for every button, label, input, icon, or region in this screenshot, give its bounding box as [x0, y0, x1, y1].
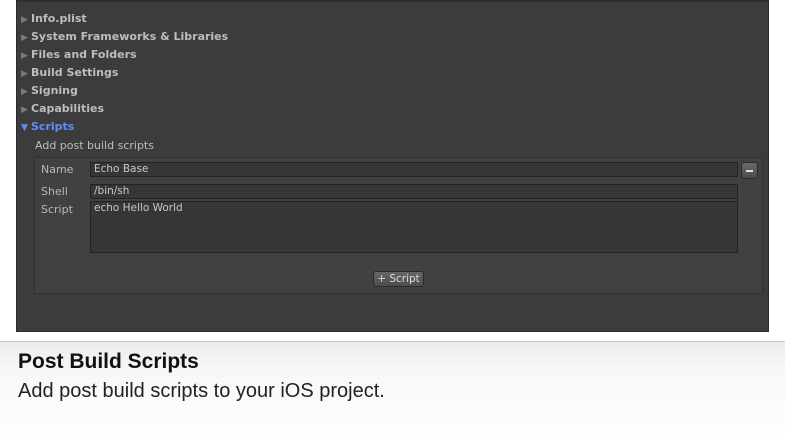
tree-item-label: Capabilities — [31, 102, 105, 115]
minus-icon — [746, 170, 753, 172]
tree-item-info-plist[interactable]: ▶ Info.plist — [21, 11, 87, 27]
tree-item-scripts[interactable]: ▼ Scripts — [21, 119, 74, 135]
caption-title: Post Build Scripts — [18, 350, 199, 373]
caption-area: Post Build Scripts Add post build script… — [0, 341, 785, 443]
caption-description: Add post build scripts to your iOS proje… — [18, 380, 385, 402]
inspector-panel: ▶ Info.plist ▶ System Frameworks & Librari… — [16, 0, 769, 332]
tree-item-label: Files and Folders — [31, 48, 137, 61]
add-script-button[interactable]: + Script — [373, 271, 424, 287]
script-textarea[interactable]: echo Hello World — [90, 201, 738, 253]
disclosure-triangle-right-icon: ▶ — [21, 87, 28, 97]
panel-top-border — [17, 0, 768, 2]
tree-item-label: Scripts — [31, 120, 75, 133]
tree-item-build-settings[interactable]: ▶ Build Settings — [21, 65, 118, 81]
disclosure-triangle-down-icon: ▼ — [21, 123, 28, 133]
tree-item-system-frameworks[interactable]: ▶ System Frameworks & Libraries — [21, 29, 228, 45]
script-label: Script — [41, 203, 73, 216]
tree-item-files-and-folders[interactable]: ▶ Files and Folders — [21, 47, 137, 63]
name-label: Name — [41, 163, 74, 176]
script-entry-box: Name Echo Base Shell /bin/sh Script echo… — [34, 157, 763, 294]
disclosure-triangle-right-icon: ▶ — [21, 33, 28, 43]
disclosure-triangle-right-icon: ▶ — [21, 69, 28, 79]
tree-item-label: Signing — [31, 84, 78, 97]
disclosure-triangle-right-icon: ▶ — [21, 51, 28, 61]
tree-item-label: System Frameworks & Libraries — [31, 30, 229, 43]
shell-field[interactable]: /bin/sh — [90, 184, 738, 199]
tree-item-label: Build Settings — [31, 66, 119, 79]
disclosure-triangle-right-icon: ▶ — [21, 105, 28, 115]
shell-label: Shell — [41, 185, 68, 198]
scripts-subheading: Add post build scripts — [35, 139, 154, 152]
tree-item-signing[interactable]: ▶ Signing — [21, 83, 78, 99]
remove-script-button[interactable] — [741, 162, 758, 179]
script-name-field[interactable]: Echo Base — [90, 162, 738, 177]
tree-item-capabilities[interactable]: ▶ Capabilities — [21, 101, 104, 117]
disclosure-triangle-right-icon: ▶ — [21, 15, 28, 25]
tree-item-label: Info.plist — [31, 12, 87, 25]
